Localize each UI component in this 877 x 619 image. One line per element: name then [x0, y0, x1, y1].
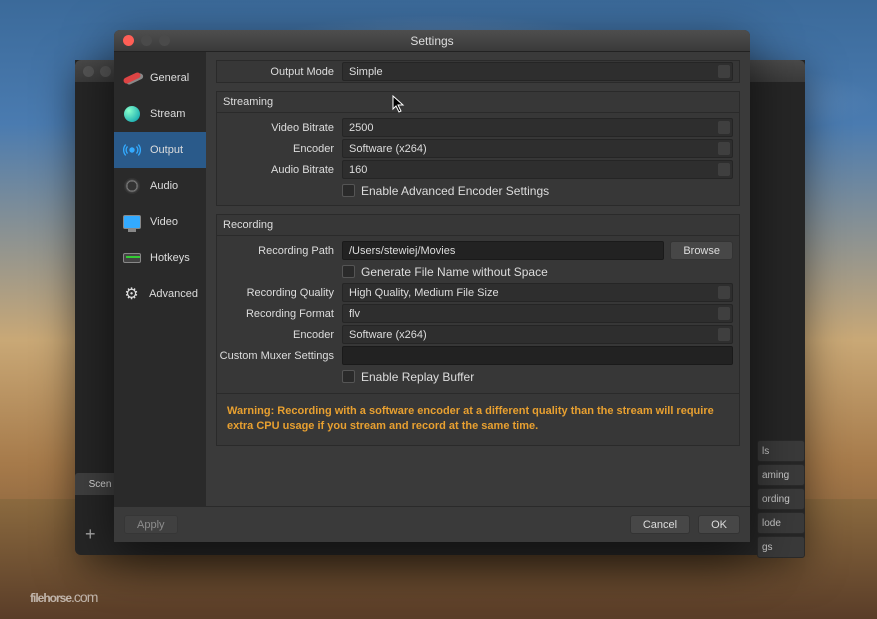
recording-quality-label: Recording Quality	[217, 287, 342, 299]
speaker-icon	[122, 176, 142, 196]
sidebar-item-label: Hotkeys	[150, 252, 190, 264]
bg-button[interactable]: lode	[757, 512, 805, 534]
globe-icon	[122, 104, 142, 124]
audio-bitrate-select[interactable]: 160	[342, 160, 733, 179]
dialog-footer: Apply Cancel OK	[114, 506, 750, 542]
sidebar-item-audio[interactable]: Audio	[114, 168, 206, 204]
sidebar-item-label: General	[150, 72, 189, 84]
sidebar-item-label: Audio	[150, 180, 178, 192]
recording-path-label: Recording Path	[217, 245, 342, 257]
stream-encoder-select[interactable]: Software (x264)	[342, 139, 733, 158]
window-title: Settings	[114, 34, 750, 48]
sidebar-item-output[interactable]: Output	[114, 132, 206, 168]
sidebar-item-label: Output	[150, 144, 183, 156]
stream-encoder-label: Encoder	[217, 143, 342, 155]
ok-button[interactable]: OK	[698, 515, 740, 534]
video-bitrate-input[interactable]: 2500	[342, 118, 733, 137]
keyboard-icon	[122, 248, 142, 268]
sidebar-item-stream[interactable]: Stream	[114, 96, 206, 132]
checkbox-icon	[342, 370, 355, 383]
bg-button[interactable]: gs	[757, 536, 805, 558]
maximize-icon	[159, 35, 170, 46]
sidebar-item-general[interactable]: General	[114, 60, 206, 96]
recording-path-input[interactable]	[342, 241, 664, 260]
checkbox-label: Enable Replay Buffer	[361, 370, 474, 384]
watermark-suffix: .com	[71, 589, 97, 605]
sidebar-item-label: Video	[150, 216, 178, 228]
sidebar-item-hotkeys[interactable]: Hotkeys	[114, 240, 206, 276]
checkbox-label: Enable Advanced Encoder Settings	[361, 184, 549, 198]
watermark-name: filehorse	[30, 591, 71, 605]
sidebar-item-video[interactable]: Video	[114, 204, 206, 240]
add-scene-button[interactable]: +	[85, 524, 96, 545]
settings-content: Output Mode Simple Streaming Video Bitra…	[206, 52, 750, 506]
recording-encoder-label: Encoder	[217, 329, 342, 341]
browse-button[interactable]: Browse	[670, 241, 733, 260]
close-icon[interactable]	[123, 35, 134, 46]
streaming-section-title: Streaming	[217, 92, 739, 113]
generate-filename-checkbox[interactable]: Generate File Name without Space	[342, 265, 548, 279]
output-mode-label: Output Mode	[217, 66, 342, 78]
warning-text: Warning: Recording with a software encod…	[217, 393, 739, 445]
enable-replay-buffer-checkbox[interactable]: Enable Replay Buffer	[342, 370, 474, 384]
sidebar-item-label: Stream	[150, 108, 185, 120]
traffic-light	[83, 66, 94, 77]
audio-bitrate-label: Audio Bitrate	[217, 164, 342, 176]
traffic-light	[100, 66, 111, 77]
gears-icon: ⚙	[122, 284, 141, 304]
video-bitrate-label: Video Bitrate	[217, 122, 342, 134]
checkbox-icon	[342, 184, 355, 197]
bg-button[interactable]: ording	[757, 488, 805, 510]
cancel-button[interactable]: Cancel	[630, 515, 690, 534]
recording-format-label: Recording Format	[217, 308, 342, 320]
monitor-icon	[122, 212, 142, 232]
custom-muxer-input[interactable]	[342, 346, 733, 365]
checkbox-label: Generate File Name without Space	[361, 265, 548, 279]
watermark-logo: filehorse.com	[30, 578, 97, 609]
sidebar-item-advanced[interactable]: ⚙ Advanced	[114, 276, 206, 312]
settings-sidebar: General Stream Output Audio Video	[114, 52, 206, 506]
enable-advanced-encoder-checkbox[interactable]: Enable Advanced Encoder Settings	[342, 184, 549, 198]
recording-section-title: Recording	[217, 215, 739, 236]
settings-window: Settings General Stream Output Audio	[114, 30, 750, 542]
apply-button[interactable]: Apply	[124, 515, 178, 534]
recording-quality-select[interactable]: High Quality, Medium File Size	[342, 283, 733, 302]
minimize-icon	[141, 35, 152, 46]
custom-muxer-label: Custom Muxer Settings	[217, 350, 342, 362]
broadcast-icon	[122, 140, 142, 160]
recording-encoder-select[interactable]: Software (x264)	[342, 325, 733, 344]
bg-button[interactable]: ls	[757, 440, 805, 462]
wrench-icon	[122, 68, 142, 88]
checkbox-icon	[342, 265, 355, 278]
sidebar-item-label: Advanced	[149, 288, 198, 300]
titlebar: Settings	[114, 30, 750, 52]
output-mode-select[interactable]: Simple	[342, 62, 733, 81]
bg-button[interactable]: aming	[757, 464, 805, 486]
recording-format-select[interactable]: flv	[342, 304, 733, 323]
